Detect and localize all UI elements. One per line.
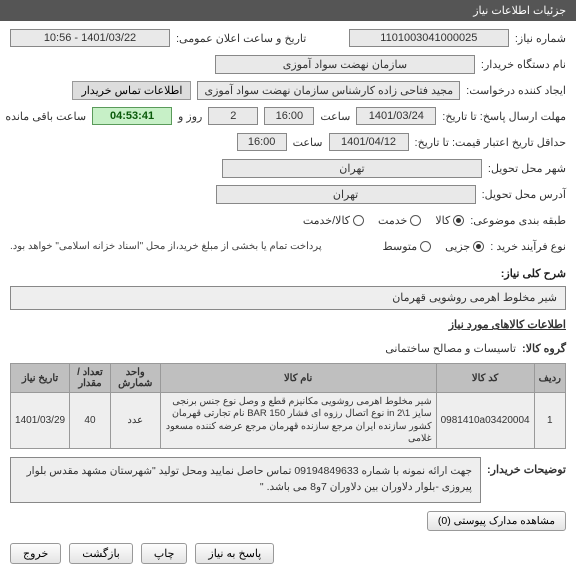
- row-delivery-addr: آدرس محل تحویل: تهران: [10, 183, 566, 205]
- delivery-addr-label: آدرس محل تحویل:: [482, 188, 566, 201]
- process-radio-group: جزیی متوسط: [383, 240, 485, 253]
- radio-dot-icon: [410, 215, 421, 226]
- form-area: شماره نیاز: 1101003041000025 تاریخ و ساع…: [0, 21, 576, 263]
- days-suffix: روز و: [178, 110, 202, 123]
- th-name: نام کالا: [160, 364, 436, 393]
- buyer-value: سازمان نهضت سواد آموزی: [215, 55, 475, 74]
- cell-qty: 40: [70, 393, 111, 449]
- category-radio-group: کالا خدمت کالا/خدمت: [303, 214, 464, 227]
- table-row[interactable]: 1 0981410a03420004 شیر مخلوط اهرمی روشوی…: [11, 393, 566, 449]
- buyer-desc-value: جهت ارائه نمونه با شماره 09194849633 تما…: [10, 457, 481, 503]
- header-bar: جزئیات اطلاعات نیاز: [0, 0, 576, 21]
- process-note: پرداخت تمام یا بخشی از مبلغ خرید،از محل …: [10, 241, 322, 252]
- announce-label: تاریخ و ساعت اعلان عمومی:: [176, 32, 306, 45]
- th-unit: واحد شمارش: [110, 364, 160, 393]
- valid-time-label: ساعت: [293, 136, 323, 149]
- need-no-value: 1101003041000025: [349, 29, 509, 47]
- contact-info-button[interactable]: اطلاعات تماس خریدار: [72, 81, 191, 100]
- remain-suffix: ساعت باقی مانده: [5, 110, 86, 123]
- valid-date-value: 1401/04/12: [329, 133, 409, 151]
- resp-time-value: 16:00: [264, 107, 314, 125]
- reply-button[interactable]: پاسخ به نیاز: [195, 543, 274, 564]
- row-need-no: شماره نیاز: 1101003041000025 تاریخ و ساع…: [10, 27, 566, 49]
- need-title-label: شرح کلی نیاز:: [0, 263, 576, 284]
- radio-dot-icon: [453, 215, 464, 226]
- creator-value: مجید فتاحی زاده کارشناس سازمان نهضت سواد…: [197, 81, 460, 100]
- need-no-label: شماره نیاز:: [515, 32, 566, 45]
- print-button[interactable]: چاپ: [141, 543, 188, 564]
- delivery-city-value: تهران: [222, 159, 482, 178]
- row-response-deadline: مهلت ارسال پاسخ: تا تاریخ: 1401/03/24 سا…: [10, 105, 566, 127]
- cell-date: 1401/03/29: [11, 393, 70, 449]
- exit-button[interactable]: خروج: [10, 543, 61, 564]
- th-row: ردیف: [534, 364, 565, 393]
- table-header-row: ردیف کد کالا نام کالا واحد شمارش تعداد /…: [11, 364, 566, 393]
- cell-unit: عدد: [110, 393, 160, 449]
- buyer-desc-label: توضیحات خریدار:: [487, 457, 566, 476]
- th-qty: تعداد / مقدار: [70, 364, 111, 393]
- process-type-label: نوع فرآیند خرید :: [490, 240, 566, 253]
- radio-kala[interactable]: کالا: [435, 214, 464, 227]
- radio-dot-icon: [420, 241, 431, 252]
- delivery-addr-value: تهران: [216, 185, 476, 204]
- radio-dot-icon: [473, 241, 484, 252]
- radio-dot-icon: [353, 215, 364, 226]
- radio-motavasset-label: متوسط: [383, 240, 418, 253]
- attachments-button[interactable]: مشاهده مدارک پیوستی (0): [427, 511, 566, 531]
- valid-time-value: 16:00: [237, 133, 287, 151]
- row-creator: ایجاد کننده درخواست: مجید فتاحی زاده کار…: [10, 79, 566, 101]
- required-items-title: اطلاعات کالاهای مورد نیاز: [0, 312, 576, 337]
- cell-name: شیر مخلوط اهرمی روشویی مکانیزم قطع و وصل…: [160, 393, 436, 449]
- group-label: گروه کالا:: [522, 342, 566, 355]
- category-label: طبقه بندی موضوعی:: [470, 214, 566, 227]
- radio-jozi-label: جزیی: [445, 240, 470, 253]
- buyer-label: نام دستگاه خریدار:: [481, 58, 566, 71]
- header-title: جزئیات اطلاعات نیاز: [473, 5, 566, 17]
- th-code: کد کالا: [436, 364, 534, 393]
- resp-deadline-label: مهلت ارسال پاسخ: تا تاریخ:: [442, 110, 566, 123]
- remain-time-value: 04:53:41: [92, 107, 172, 125]
- row-delivery-city: شهر محل تحویل: تهران: [10, 157, 566, 179]
- items-table: ردیف کد کالا نام کالا واحد شمارش تعداد /…: [10, 363, 566, 449]
- radio-kalakhadmat-label: کالا/خدمت: [303, 214, 350, 227]
- row-buyer-desc: توضیحات خریدار: جهت ارائه نمونه با شماره…: [0, 453, 576, 507]
- announce-value: 1401/03/22 - 10:56: [10, 29, 170, 47]
- row-validity-deadline: حداقل تاریخ اعتبار قیمت: تا تاریخ: 1401/…: [10, 131, 566, 153]
- creator-label: ایجاد کننده درخواست:: [466, 84, 566, 97]
- radio-khadmat[interactable]: خدمت: [378, 214, 421, 227]
- days-count-value: 2: [208, 107, 258, 125]
- row-group: گروه کالا: تاسیسات و مصالح ساختمانی: [0, 337, 576, 359]
- cell-row: 1: [534, 393, 565, 449]
- radio-khadmat-label: خدمت: [378, 214, 407, 227]
- need-title-value: شیر مخلوط اهرمی روشویی قهرمان: [10, 286, 566, 310]
- row-process-type: نوع فرآیند خرید : جزیی متوسط پرداخت تمام…: [10, 235, 566, 257]
- radio-kala-label: کالا: [435, 214, 450, 227]
- radio-motavasset[interactable]: متوسط: [383, 240, 432, 253]
- cell-code: 0981410a03420004: [436, 393, 534, 449]
- row-category: طبقه بندی موضوعی: کالا خدمت کالا/خدمت: [10, 209, 566, 231]
- group-value: تاسیسات و مصالح ساختمانی: [385, 342, 516, 355]
- th-date: تاریخ نیاز: [11, 364, 70, 393]
- radio-kalakhadmat[interactable]: کالا/خدمت: [303, 214, 364, 227]
- valid-deadline-label: حداقل تاریخ اعتبار قیمت: تا تاریخ:: [415, 136, 566, 149]
- resp-time-label: ساعت: [320, 110, 350, 123]
- resp-date-value: 1401/03/24: [356, 107, 436, 125]
- back-button[interactable]: بازگشت: [69, 543, 133, 564]
- radio-jozi[interactable]: جزیی: [445, 240, 484, 253]
- delivery-city-label: شهر محل تحویل:: [488, 162, 566, 175]
- bottom-bar: خروج بازگشت چاپ پاسخ به نیاز: [0, 535, 576, 572]
- row-buyer: نام دستگاه خریدار: سازمان نهضت سواد آموز…: [10, 53, 566, 75]
